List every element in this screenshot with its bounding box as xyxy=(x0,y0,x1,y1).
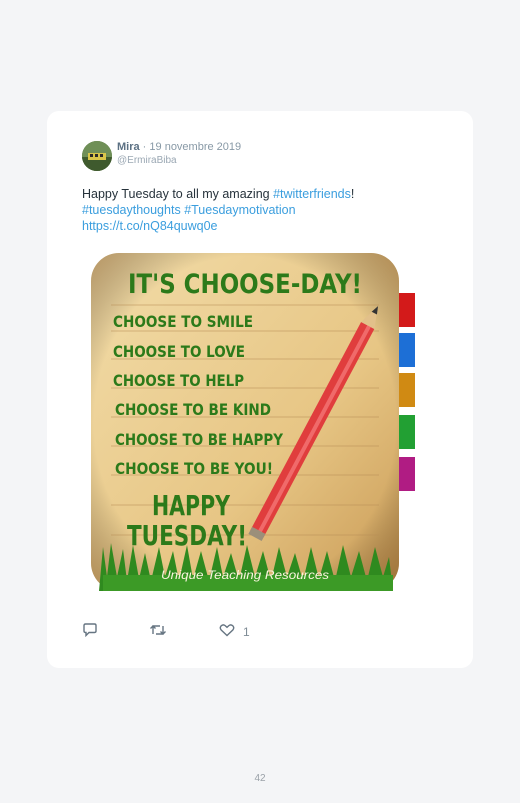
retweet-button[interactable] xyxy=(149,623,167,640)
retweet-icon xyxy=(149,623,167,640)
hashtag-link[interactable]: #Tuesdaymotivation xyxy=(184,203,295,217)
image-line: CHOOSE TO BE KIND xyxy=(115,400,271,419)
author-name[interactable]: Mira xyxy=(117,141,140,153)
page-number: 42 xyxy=(254,773,266,784)
heart-icon xyxy=(219,623,235,640)
avatar[interactable] xyxy=(82,141,112,171)
image-title: IT'S CHOOSE-DAY! xyxy=(128,269,362,300)
image-credit: Unique Teaching Resources xyxy=(161,568,329,582)
separator: · xyxy=(139,141,150,153)
like-button[interactable]: 1 xyxy=(219,623,250,640)
image-footer-happy: HAPPY xyxy=(152,489,231,522)
text-segment: Happy Tuesday to all my amazing xyxy=(82,187,274,201)
image-line: CHOOSE TO LOVE xyxy=(113,342,245,361)
hashtag-link[interactable]: #twitterfriends xyxy=(273,187,351,201)
image-line: CHOOSE TO SMILE xyxy=(113,312,253,331)
like-count: 1 xyxy=(243,624,250,639)
image-line: CHOOSE TO HELP xyxy=(113,371,244,390)
tweet-date[interactable]: 19 novembre 2019 xyxy=(149,141,241,153)
image-line: CHOOSE TO BE HAPPY xyxy=(115,430,283,449)
tweet-actions: 1 xyxy=(82,623,462,643)
text-segment: ! xyxy=(350,187,355,201)
hashtag-link[interactable]: #tuesdaythoughts xyxy=(82,203,181,217)
tab-blue xyxy=(397,333,415,367)
tab-purple xyxy=(397,457,415,491)
tab-green xyxy=(397,415,415,449)
tweet-text: Happy Tuesday to all my amazing #twitter… xyxy=(82,186,452,234)
author-line: Mira · 19 novembre 2019 xyxy=(117,141,241,153)
tab-red xyxy=(397,293,415,327)
reply-icon xyxy=(82,623,98,640)
image-line: CHOOSE TO BE YOU! xyxy=(115,459,273,478)
tab-orange xyxy=(397,373,415,407)
author-handle[interactable]: @ErmiraBiba xyxy=(117,155,177,166)
tweet-image[interactable]: IT'S CHOOSE-DAY! CHOOSE TO SMILE CHOOSE … xyxy=(89,247,419,597)
tweet-card: Mira · 19 novembre 2019 @ErmiraBiba Happ… xyxy=(47,111,473,668)
tweet-url-link[interactable]: https://t.co/nQ84quwq0e xyxy=(82,219,218,233)
reply-button[interactable] xyxy=(82,623,98,640)
